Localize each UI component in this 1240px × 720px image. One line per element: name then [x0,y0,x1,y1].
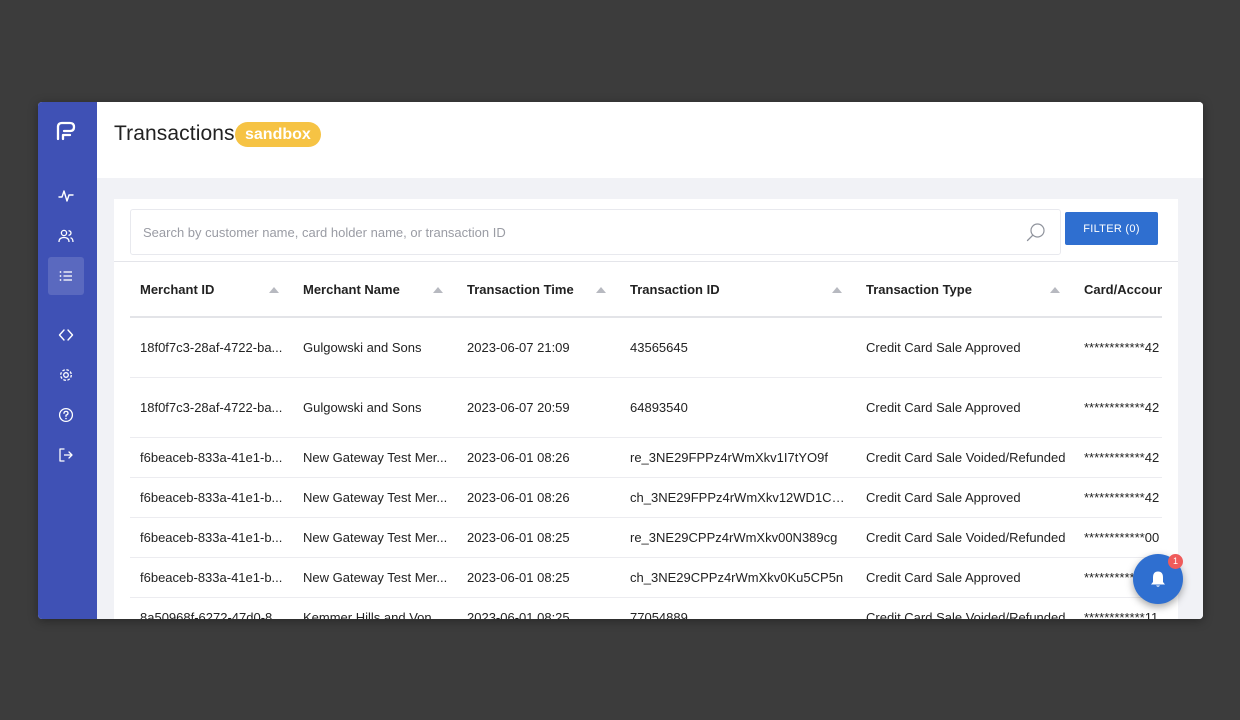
notification-count-badge: 1 [1168,554,1183,569]
cell-merchant-name: Gulgowski and Sons [293,317,457,378]
cell-merchant-id: 18f0f7c3-28af-4722-ba... [130,317,293,378]
code-icon [58,329,74,341]
cell-card-account: ************00 [1074,517,1162,558]
cell-transaction-id: ch_3NE29FPPz4rWmXkv12WD1CQM [620,477,856,518]
cell-transaction-type: Credit Card Sale Voided/Refunded [856,597,1074,619]
cell-merchant-name: Gulgowski and Sons [293,377,457,438]
cell-transaction-type: Credit Card Sale Voided/Refunded [856,437,1074,478]
sidebar-item-developer[interactable] [48,316,84,354]
column-header-card-account[interactable]: Card/Account [1074,262,1162,318]
column-header-transaction-time[interactable]: Transaction Time [457,262,620,318]
cell-card-account: ************42 [1074,477,1162,518]
table-row[interactable]: 18f0f7c3-28af-4722-ba... Gulgowski and S… [130,317,1162,378]
cell-merchant-id: f6beaceb-833a-41e1-b... [130,557,293,598]
table-row[interactable]: 8a50968f-6272-47d0-8... Kemmer Hills and… [130,597,1162,619]
search-input[interactable] [143,210,1003,254]
cell-merchant-id: f6beaceb-833a-41e1-b... [130,437,293,478]
column-header-label: Transaction ID [630,281,720,297]
sidebar-item-activity[interactable] [48,177,84,215]
cell-merchant-id: 18f0f7c3-28af-4722-ba... [130,377,293,438]
transactions-table: Merchant ID Merchant Name Transaction Ti… [130,262,1162,619]
cell-transaction-id: ch_3NE29CPPz4rWmXkv0Ku5CP5n [620,557,856,598]
cell-merchant-id: f6beaceb-833a-41e1-b... [130,517,293,558]
cell-transaction-time: 2023-06-01 08:25 [457,557,620,598]
sidebar-item-transactions[interactable] [48,257,84,295]
cell-transaction-id: re_3NE29CPPz4rWmXkv00N389cg [620,517,856,558]
search-icon[interactable] [1026,222,1046,242]
logout-icon [59,448,73,462]
column-header-label: Transaction Time [467,281,574,297]
cell-transaction-time: 2023-06-01 08:26 [457,437,620,478]
table-row[interactable]: f6beaceb-833a-41e1-b... New Gateway Test… [130,557,1162,598]
sidebar-item-help[interactable] [48,396,84,434]
cell-transaction-time: 2023-06-07 21:09 [457,317,620,378]
sidebar-item-settings[interactable] [48,356,84,394]
sort-icon[interactable] [1050,287,1060,293]
gear-icon [60,369,72,381]
sidebar [38,102,97,619]
sort-icon[interactable] [433,287,443,293]
table-row[interactable]: f6beaceb-833a-41e1-b... New Gateway Test… [130,517,1162,558]
column-header-label: Transaction Type [866,281,972,297]
sort-icon[interactable] [269,287,279,293]
cell-transaction-id: 64893540 [620,377,856,438]
sort-icon[interactable] [832,287,842,293]
cell-transaction-time: 2023-06-01 08:26 [457,477,620,518]
users-icon [58,229,74,243]
cell-transaction-time: 2023-06-07 20:59 [457,377,620,438]
transactions-card: FILTER (0) Merchant ID Merchant Name Tra… [114,199,1178,619]
cell-transaction-type: Credit Card Sale Approved [856,317,1074,378]
table-header-row: Merchant ID Merchant Name Transaction Ti… [130,262,1162,318]
cell-card-account: ************42 [1074,377,1162,438]
cell-merchant-name: New Gateway Test Mer... [293,517,457,558]
page-title: Transactions [114,122,235,145]
transactions-table-viewport[interactable]: Merchant ID Merchant Name Transaction Ti… [130,262,1162,619]
column-header-transaction-type[interactable]: Transaction Type [856,262,1074,318]
column-header-label: Merchant Name [303,281,400,297]
page-header: Transactions sandbox [97,102,1203,178]
cell-card-account: ************42 [1074,437,1162,478]
sidebar-item-logout[interactable] [48,436,84,474]
cell-transaction-time: 2023-06-01 08:25 [457,597,620,619]
cell-merchant-name: New Gateway Test Mer... [293,557,457,598]
table-row[interactable]: f6beaceb-833a-41e1-b... New Gateway Test… [130,477,1162,518]
app-logo-icon[interactable] [55,120,77,142]
list-icon [59,271,72,281]
table-row[interactable]: 18f0f7c3-28af-4722-ba... Gulgowski and S… [130,377,1162,438]
cell-transaction-id: 43565645 [620,317,856,378]
column-header-label: Card/Account [1084,281,1162,297]
cell-merchant-id: 8a50968f-6272-47d0-8... [130,597,293,619]
cell-transaction-type: Credit Card Sale Approved [856,557,1074,598]
app-window: Transactions sandbox FILTER (0) [38,102,1203,619]
cell-transaction-id: re_3NE29FPPz4rWmXkv1I7tYO9f [620,437,856,478]
sidebar-item-users[interactable] [48,217,84,255]
cell-merchant-id: f6beaceb-833a-41e1-b... [130,477,293,518]
column-header-transaction-id[interactable]: Transaction ID [620,262,856,318]
column-header-merchant-id[interactable]: Merchant ID [130,262,293,318]
cell-transaction-type: Credit Card Sale Approved [856,377,1074,438]
cell-merchant-name: New Gateway Test Mer... [293,477,457,518]
cell-card-account: ************42 [1074,317,1162,378]
table-row[interactable]: f6beaceb-833a-41e1-b... New Gateway Test… [130,437,1162,478]
cell-transaction-type: Credit Card Sale Voided/Refunded [856,517,1074,558]
column-header-label: Merchant ID [140,281,215,297]
search-bar [130,209,1061,255]
filter-button[interactable]: FILTER (0) [1065,212,1158,245]
activity-icon [58,190,74,202]
main-content: Transactions sandbox FILTER (0) [97,102,1203,619]
environment-badge: sandbox [235,122,321,147]
cell-transaction-type: Credit Card Sale Approved [856,477,1074,518]
help-icon [58,407,74,423]
cell-merchant-name: Kemmer Hills and Von... [293,597,457,619]
bell-icon [1151,571,1165,587]
cell-transaction-id: 77054889 [620,597,856,619]
cell-merchant-name: New Gateway Test Mer... [293,437,457,478]
column-header-merchant-name[interactable]: Merchant Name [293,262,457,318]
sort-icon[interactable] [596,287,606,293]
cell-transaction-time: 2023-06-01 08:25 [457,517,620,558]
